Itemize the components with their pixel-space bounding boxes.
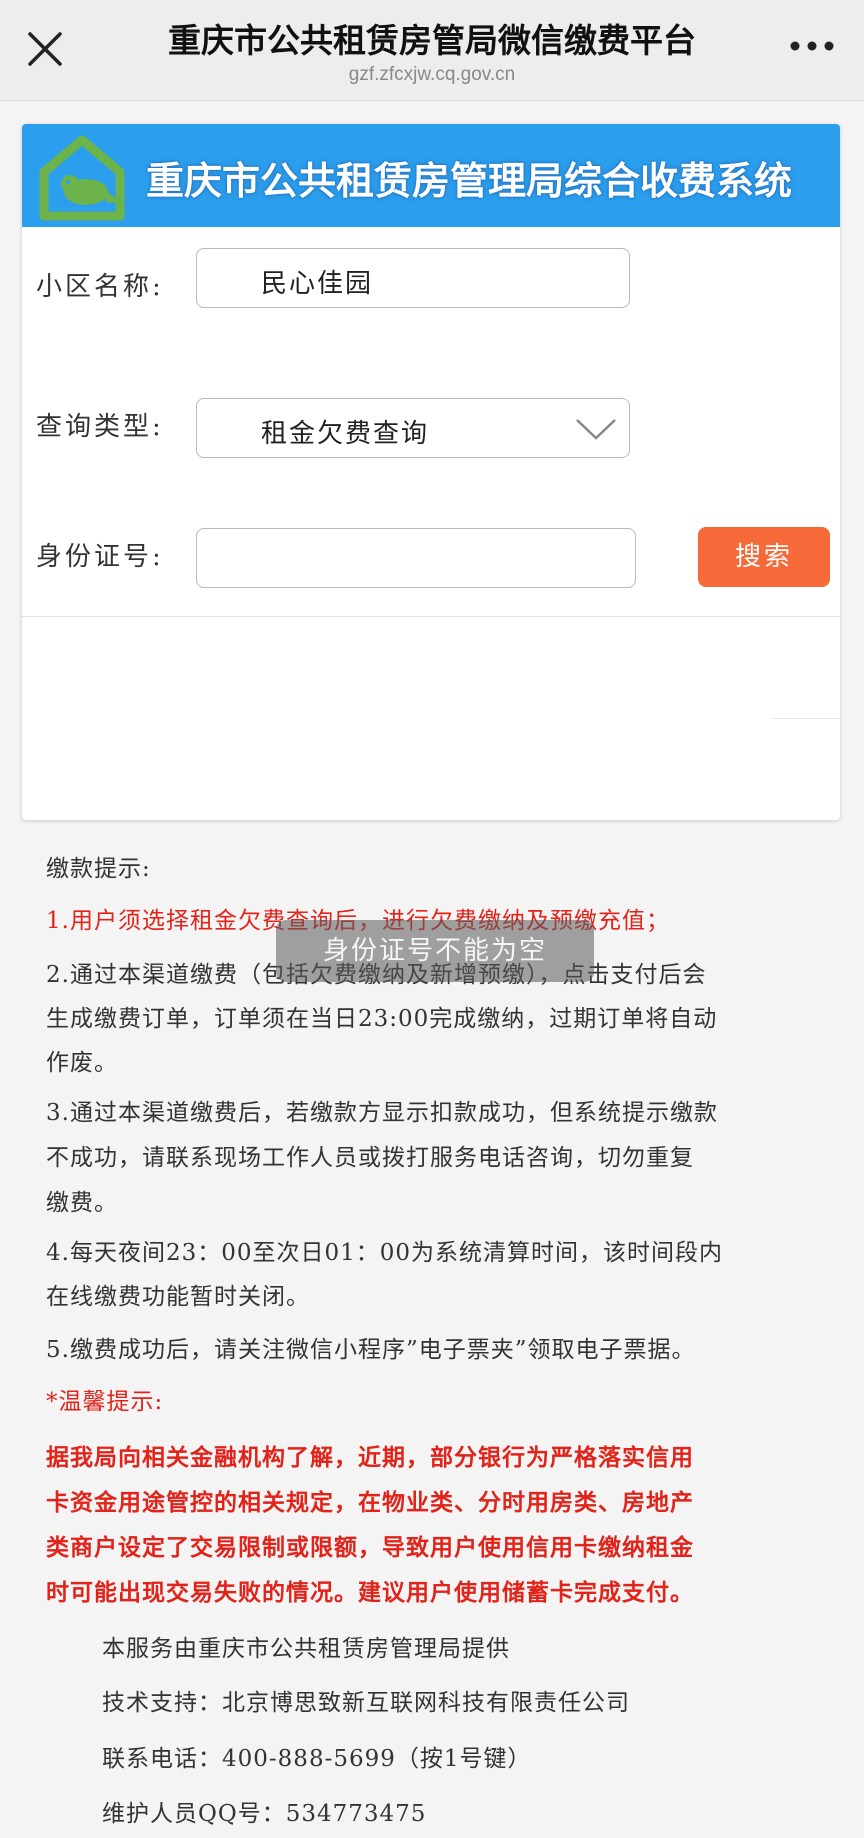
community-value: 民心佳园 (261, 269, 374, 299)
note-item-3-line-1: 3.通过本渠道缴费后，若缴款方显示扣款成功，但系统提示缴款 (46, 1100, 718, 1126)
notes-heading: 缴款提示: (46, 856, 151, 882)
top-nav-bar: 重庆市公共租赁房管局微信缴费平台 gzf.zfcxjw.cq.gov.cn (0, 0, 864, 101)
note-item-4-line-1: 4.每天夜间23：00至次日01：00为系统清算时间，该时间段内 (46, 1240, 724, 1266)
query-type-value: 租金欠费查询 (261, 419, 430, 449)
id-number-input[interactable] (196, 528, 636, 588)
warm-tip-heading: *温馨提示: (46, 1389, 164, 1415)
house-bird-logo-icon (32, 132, 132, 222)
close-icon[interactable] (22, 26, 68, 72)
warm-tip-line-4: 时可能出现交易失败的情况。建议用户使用储蓄卡完成支付。 (46, 1579, 694, 1606)
more-icon[interactable] (788, 34, 836, 58)
query-type-select[interactable]: 租金欠费查询 (196, 398, 630, 458)
footer-tech-support: 技术支持：北京博思致新互联网科技有限责任公司 (102, 1690, 630, 1716)
search-button[interactable]: 搜索 (698, 527, 830, 587)
query-type-label: 查询类型: (36, 412, 164, 442)
note-item-3-line-3: 缴费。 (46, 1190, 118, 1216)
warm-tip-line-3: 类商户设定了交易限制或限额，导致用户使用信用卡缴纳租金 (46, 1534, 694, 1561)
system-banner: 重庆市公共租赁房管理局综合收费系统 (22, 124, 840, 227)
footer-qq: 维护人员QQ号：534773475 (102, 1801, 427, 1827)
note-item-3-line-2: 不成功，请联系现场工作人员或拨打服务电话咨询，切勿重复 (46, 1145, 694, 1171)
footer-phone: 联系电话：400-888-5699（按1号键） (102, 1746, 532, 1772)
warm-tip-line-1: 据我局向相关金融机构了解，近期，部分银行为严格落实信用 (46, 1444, 694, 1471)
page-title: 重庆市公共租赁房管局微信缴费平台 (168, 21, 696, 60)
page-url: gzf.zfcxjw.cq.gov.cn (348, 64, 516, 85)
chevron-down-icon (575, 417, 617, 441)
note-item-2-line-3: 作废。 (46, 1050, 118, 1076)
note-item-5: 5.缴费成功后，请关注微信小程序”电子票夹”领取电子票据。 (46, 1337, 696, 1363)
id-number-label: 身份证号: (36, 542, 164, 572)
toast-message: 身份证号不能为空 (276, 920, 594, 982)
banner-title: 重庆市公共租赁房管理局综合收费系统 (146, 159, 793, 203)
query-card: 重庆市公共租赁房管理局综合收费系统 小区名称: 民心佳园 查询类型: 租金欠费查… (22, 124, 840, 820)
community-label: 小区名称: (36, 272, 164, 302)
community-input[interactable]: 民心佳园 (196, 248, 630, 308)
divider (772, 718, 840, 719)
divider (22, 616, 840, 617)
note-item-2-line-2: 生成缴费订单，订单须在当日23:00完成缴纳，过期订单将自动 (46, 1006, 718, 1032)
footer-provider: 本服务由重庆市公共租赁房管理局提供 (102, 1636, 510, 1662)
warm-tip-line-2: 卡资金用途管控的相关规定，在物业类、分时用房类、房地产 (46, 1489, 694, 1516)
note-item-4-line-2: 在线缴费功能暂时关闭。 (46, 1284, 310, 1310)
